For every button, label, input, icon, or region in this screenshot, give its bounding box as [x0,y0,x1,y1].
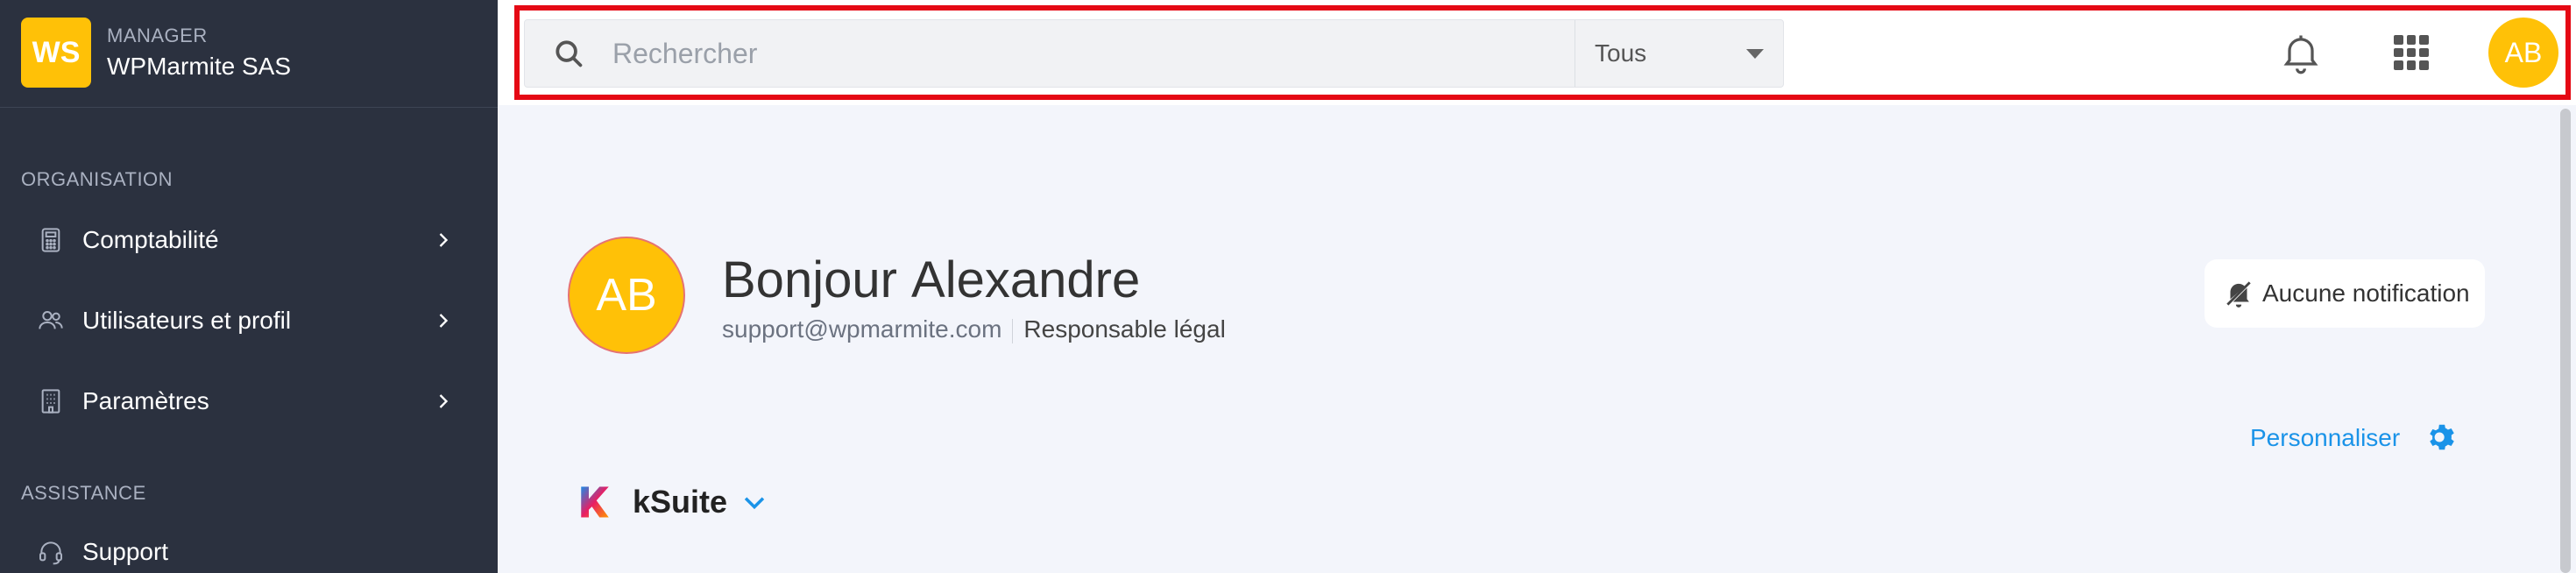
sidebar-divider [0,107,498,108]
chevron-down-icon [744,497,765,510]
gear-icon[interactable] [2425,421,2459,454]
sidebar-item-utilisateurs[interactable]: Utilisateurs et profil [0,286,498,356]
sidebar-item-parametres[interactable]: Paramètres [0,366,498,436]
chevron-right-icon [439,233,449,247]
brand-role: MANAGER [107,25,208,46]
meta-separator [1012,318,1014,343]
brand[interactable]: WS MANAGER WPMarmite SAS [21,18,291,88]
sidebar-item-label: Support [82,538,169,565]
headset-icon [35,536,67,568]
highlight-box [514,5,2571,100]
profile-avatar: AB [568,237,685,354]
greeting-prefix: Bonjour [722,251,897,308]
notifications-button[interactable]: Aucune notification [2204,259,2485,328]
ksuite-label: kSuite [633,484,728,520]
user-email: support@wpmarmite.com [722,315,1002,343]
sidebar: WS MANAGER WPMarmite SAS ORGANISATION Co… [0,0,498,573]
bell-icon[interactable] [2278,30,2324,75]
user-role: Responsable légal [1023,315,1226,343]
apps-grid-icon[interactable] [2394,35,2429,70]
greeting: Bonjour Alexandre [722,251,1140,309]
sidebar-item-label: Utilisateurs et profil [82,307,292,334]
section-title-organisation: ORGANISATION [21,168,173,190]
bell-off-icon [2226,281,2251,308]
profile-meta: support@wpmarmite.com Responsable légal [722,315,1226,343]
brand-logo: WS [21,18,91,88]
ksuite-logo-icon [581,486,609,518]
scrollbar[interactable] [2560,109,2571,573]
brand-text: MANAGER WPMarmite SAS [107,25,291,81]
sidebar-item-comptabilite[interactable]: Comptabilité [0,205,498,275]
user-avatar-button[interactable]: AB [2488,18,2558,88]
customize-link[interactable]: Personnaliser [2250,424,2400,452]
brand-name: WPMarmite SAS [107,53,292,80]
notifications-label: Aucune notification [2262,279,2470,307]
ksuite-header[interactable]: kSuite [577,484,769,520]
calculator-icon [35,224,67,256]
sidebar-item-label: Comptabilité [82,226,219,253]
sidebar-item-support[interactable]: Support [0,517,498,573]
users-icon [35,305,67,336]
section-title-assistance: ASSISTANCE [21,482,146,504]
sidebar-item-label: Paramètres [82,387,209,414]
chevron-right-icon [439,314,449,328]
building-icon [35,386,67,417]
chevron-right-icon [439,394,449,408]
user-name: Alexandre [911,251,1141,308]
